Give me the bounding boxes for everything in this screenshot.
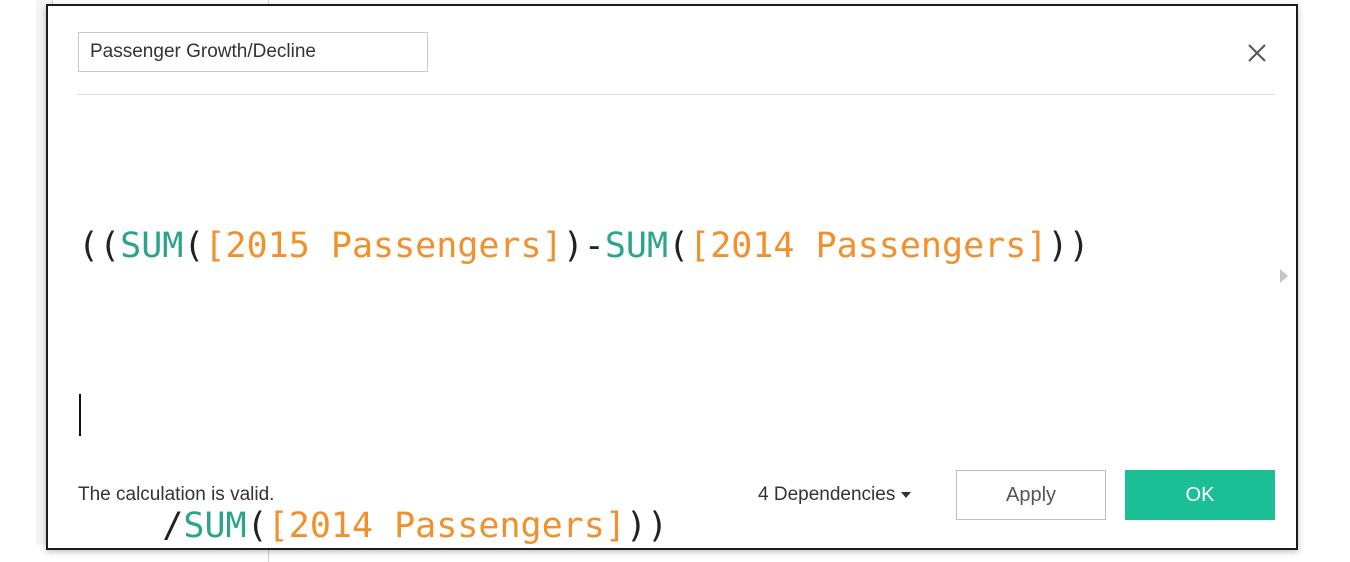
formula-token-paren: (( bbox=[78, 226, 121, 266]
formula-token-paren: ( bbox=[668, 226, 690, 266]
formula-token-func: SUM bbox=[120, 226, 184, 266]
formula-token-field: [2014 Passengers] bbox=[689, 226, 1048, 266]
dependencies-label: 4 Dependencies bbox=[758, 484, 896, 505]
calculation-editor-dialog: ((SUM([2015 Passengers])-SUM([2014 Passe… bbox=[46, 4, 1298, 550]
apply-button[interactable]: Apply bbox=[956, 470, 1106, 520]
expand-arrow-icon[interactable] bbox=[1280, 269, 1288, 283]
formula-token-func: SUM bbox=[604, 226, 669, 266]
formula-token-field: [2015 Passengers] bbox=[204, 226, 563, 266]
formula-token-func: SUM bbox=[183, 506, 247, 546]
close-icon bbox=[1248, 44, 1266, 62]
formula-token-field: [2014 Passengers] bbox=[267, 506, 626, 546]
formula-token-paren: / bbox=[162, 506, 184, 546]
text-cursor bbox=[79, 394, 81, 436]
header-divider bbox=[78, 94, 1274, 95]
calculation-name-field[interactable] bbox=[78, 32, 428, 72]
formula-token-paren: ( bbox=[183, 226, 205, 266]
formula-editor[interactable]: ((SUM([2015 Passengers])-SUM([2014 Passe… bbox=[78, 106, 1268, 546]
formula-token-paren: )) bbox=[625, 506, 669, 546]
formula-token-paren: )- bbox=[562, 226, 605, 266]
caret-down-icon bbox=[901, 491, 912, 498]
formula-line: ((SUM([2015 Passengers])-SUM([2014 Passe… bbox=[78, 218, 1268, 274]
ok-button[interactable]: OK bbox=[1125, 470, 1275, 520]
formula-token-paren: ( bbox=[246, 506, 268, 546]
formula-token-paren: )) bbox=[1047, 226, 1090, 266]
formula-line: /SUM([2014 Passengers])) bbox=[78, 386, 1268, 546]
close-button[interactable] bbox=[1242, 38, 1272, 68]
dependencies-dropdown[interactable]: 4 Dependencies bbox=[758, 484, 912, 506]
validation-status: The calculation is valid. bbox=[78, 484, 275, 505]
